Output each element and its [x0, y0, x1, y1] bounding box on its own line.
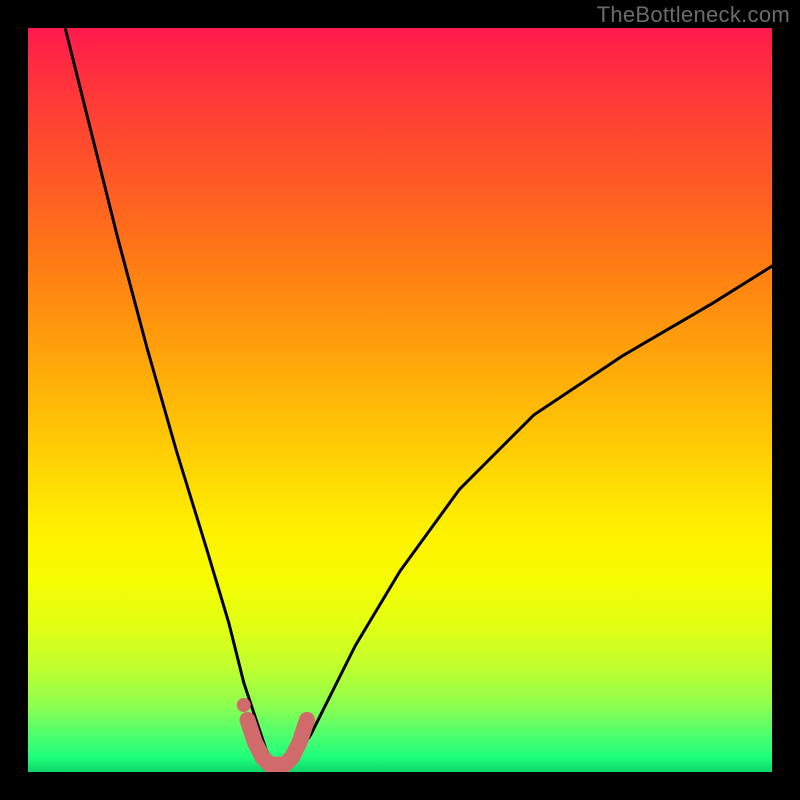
highlight-dot — [237, 698, 251, 712]
plot-area — [28, 28, 772, 772]
highlight-segment — [248, 720, 308, 765]
chart-frame: TheBottleneck.com — [0, 0, 800, 800]
bottleneck-curve — [65, 28, 772, 765]
watermark-text: TheBottleneck.com — [597, 2, 790, 28]
curve-layer — [65, 28, 772, 765]
chart-overlay — [28, 28, 772, 772]
